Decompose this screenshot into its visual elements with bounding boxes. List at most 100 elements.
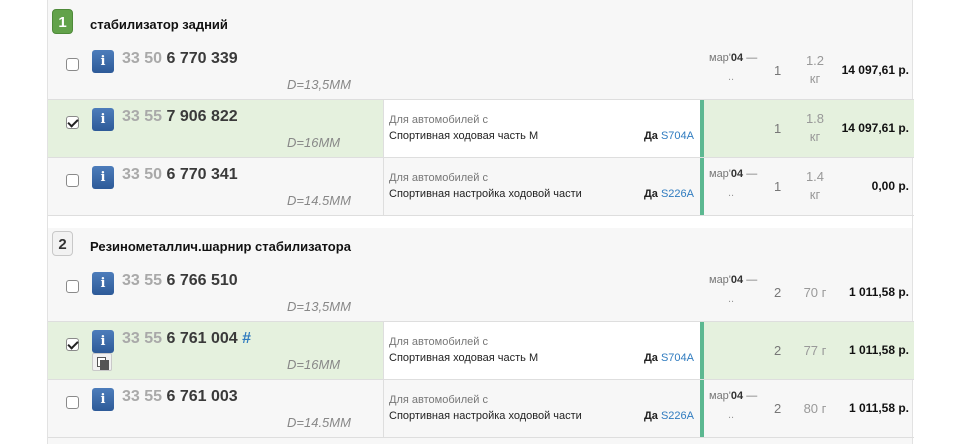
part-number-prefix: 33 55 [122, 272, 163, 289]
quantity: 1 [774, 121, 782, 136]
part-row[interactable]: i 33 55 6 766 510 D=13,5MM мар'04 — .. 2… [48, 264, 914, 322]
part-number-prefix: 33 55 [122, 388, 163, 405]
part-number-main: 6 770 339 [166, 50, 238, 67]
date-range: мар'04 — [709, 168, 758, 180]
hash-link[interactable]: # [242, 330, 251, 347]
part-row[interactable]: i 33 55 6 761 003 D=14.5MM Для автомобил… [48, 380, 914, 438]
date-range-end: .. [728, 293, 735, 305]
note-condition: Для автомобилей с [389, 114, 488, 126]
part-number[interactable]: 33 55 6 766 510 [122, 272, 238, 290]
group-number-badge[interactable]: 1 [52, 9, 73, 34]
quantity: 2 [774, 285, 782, 300]
row-checkbox[interactable] [66, 174, 79, 187]
dimension-note: D=13,5MM [287, 299, 351, 314]
note-condition: Для автомобилей с [389, 394, 488, 406]
part-number-main: 6 761 003 [166, 388, 238, 405]
part-number-prefix: 33 50 [122, 166, 163, 183]
info-button[interactable]: i [92, 108, 114, 131]
part-number[interactable]: 33 55 6 761 004 # [122, 330, 251, 348]
info-button[interactable]: i [92, 388, 114, 411]
dimension-note: D=13,5MM [287, 77, 351, 92]
note-cell: Для автомобилей с Спортивная настройка х… [383, 380, 700, 437]
price: 1 011,58 р. [848, 343, 909, 357]
price: 1 011,58 р. [848, 401, 909, 415]
part-number[interactable]: 33 50 6 770 341 [122, 166, 238, 184]
option-code: Да S704A [643, 352, 694, 364]
option-code-link[interactable]: S226A [661, 188, 694, 200]
date-range-end: .. [728, 187, 735, 199]
dimension-note: D=16MM [287, 357, 341, 372]
date-cell: мар'04 — .. [704, 264, 762, 321]
price: 14 097,61 р. [841, 63, 909, 77]
part-number-prefix: 33 55 [122, 108, 163, 125]
quantity: 2 [774, 401, 782, 416]
date-range: мар'04 — [709, 274, 758, 286]
info-button[interactable]: i [92, 50, 114, 73]
part-row[interactable]: i 33 50 6 770 341 D=14.5MM Для автомобил… [48, 158, 914, 216]
row-checkbox[interactable] [66, 396, 79, 409]
option-code: Да S704A [643, 130, 694, 142]
note-cell: Для автомобилей с Спортивная настройка х… [383, 158, 700, 215]
info-button[interactable]: i [92, 272, 114, 295]
part-number-main: 6 770 341 [166, 166, 238, 183]
option-code-link[interactable]: S226A [661, 410, 694, 422]
part-number[interactable]: 33 50 6 770 339 [122, 50, 238, 68]
group-title: стабилизатор задний [90, 17, 228, 32]
row-checkbox[interactable] [66, 58, 79, 71]
status-bar [700, 100, 704, 157]
price: 0,00 р. [871, 179, 909, 193]
note-option: Спортивная настройка ходовой части [389, 410, 582, 422]
option-code-link[interactable]: S704A [661, 130, 694, 142]
weight: 1.8 кг [805, 111, 825, 144]
weight: 77 г [803, 343, 827, 358]
weight: 70 г [803, 285, 827, 300]
note-condition: Для автомобилей с [389, 172, 488, 184]
weight: 1.4 кг [805, 169, 825, 202]
date-cell: мар'04 — .. [704, 380, 762, 437]
row-checkbox[interactable] [66, 116, 79, 129]
part-number[interactable]: 33 55 6 761 003 [122, 388, 238, 406]
option-code-link[interactable]: S704A [661, 352, 694, 364]
info-button[interactable]: i [92, 330, 114, 353]
quantity: 1 [774, 63, 782, 78]
status-bar [700, 322, 704, 379]
date-cell: мар'04 — .. [704, 158, 762, 215]
parts-list: 1 стабилизатор задний i 33 50 6 770 339 … [47, 0, 914, 444]
part-row[interactable]: i 33 55 6 761 004 # D=16MM Для автомобил… [48, 322, 914, 380]
weight: 80 г [803, 401, 827, 416]
price: 14 097,61 р. [841, 121, 909, 135]
group-title: Резинометаллич.шарнир стабилизатора [90, 239, 351, 254]
part-number-main: 6 766 510 [166, 272, 238, 289]
weight: 1.2 кг [805, 53, 825, 86]
note-cell: Для автомобилей с Спортивная ходовая час… [383, 100, 700, 157]
group-number-badge[interactable]: 2 [52, 231, 73, 256]
part-number-prefix: 33 55 [122, 330, 163, 347]
part-number-main: 7 906 822 [166, 108, 238, 125]
row-checkbox[interactable] [66, 280, 79, 293]
note-condition: Для автомобилей с [389, 336, 488, 348]
part-row[interactable]: i 33 50 6 770 339 D=13,5MM мар'04 — .. 1… [48, 42, 914, 100]
part-number[interactable]: 33 55 7 906 822 [122, 108, 238, 126]
option-code: Да S226A [643, 188, 694, 200]
date-range-end: .. [728, 409, 735, 421]
note-option: Спортивная ходовая часть M [389, 130, 539, 142]
dimension-note: D=14.5MM [287, 415, 351, 430]
dimension-note: D=14.5MM [287, 193, 351, 208]
info-button[interactable]: i [92, 166, 114, 189]
copy-icon[interactable] [92, 353, 112, 371]
part-number-prefix: 33 50 [122, 50, 163, 67]
price: 1 011,58 р. [848, 285, 909, 299]
part-row[interactable]: i 33 55 7 906 822 D=16MM Для автомобилей… [48, 100, 914, 158]
quantity: 1 [774, 179, 782, 194]
group-header: 1 стабилизатор задний [48, 2, 912, 38]
group-header: 2 Резинометаллич.шарнир стабилизатора [48, 224, 912, 260]
date-range-end: .. [728, 71, 735, 83]
option-code: Да S226A [643, 410, 694, 422]
row-checkbox[interactable] [66, 338, 79, 351]
dimension-note: D=16MM [287, 135, 341, 150]
part-number-main: 6 761 004 [166, 330, 238, 347]
date-range: мар'04 — [709, 390, 758, 402]
note-option: Спортивная настройка ходовой части [389, 188, 582, 200]
note-option: Спортивная ходовая часть M [389, 352, 539, 364]
date-range: мар'04 — [709, 52, 758, 64]
